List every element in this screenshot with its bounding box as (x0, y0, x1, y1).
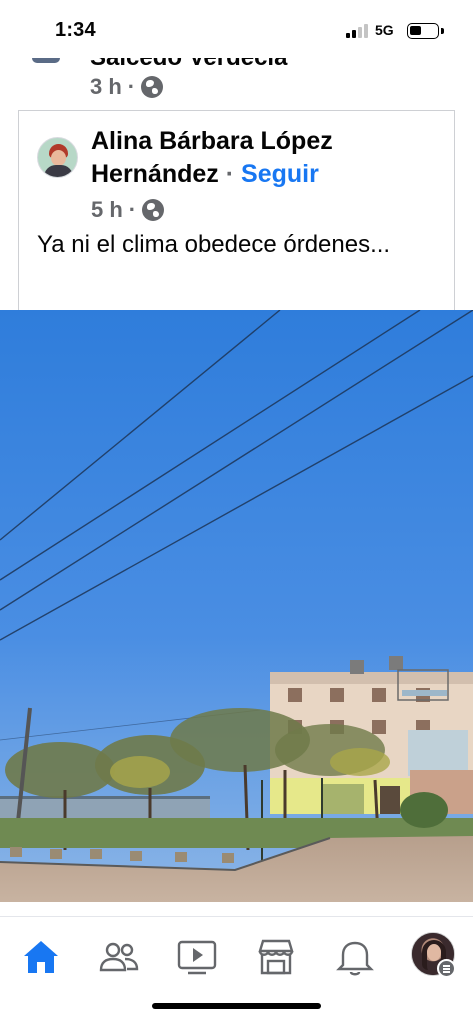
photo-illustration (0, 310, 473, 902)
previous-post-meta: 3 h · (90, 74, 164, 100)
shared-post-meta: 5 h · (91, 197, 165, 223)
video-icon (177, 940, 217, 975)
status-bar: 1:34 5G (0, 0, 473, 58)
nav-video[interactable] (175, 935, 219, 979)
network-type: 5G (375, 22, 394, 38)
friends-icon (99, 942, 139, 972)
globe-icon (141, 76, 164, 98)
battery-level (410, 26, 421, 35)
nav-home[interactable] (19, 935, 63, 979)
nav-notifications[interactable] (333, 935, 377, 979)
marketplace-icon (258, 939, 294, 975)
nav-marketplace[interactable] (254, 935, 298, 979)
post-text: Ya ni el clima obedece órdenes... (37, 231, 391, 258)
previous-author-avatar[interactable] (32, 58, 60, 63)
status-time: 1:34 (55, 19, 96, 41)
meta-separator: · (127, 74, 136, 99)
name-separator: · (225, 160, 235, 188)
globe-icon (142, 199, 165, 221)
post-time[interactable]: 5 h (91, 197, 123, 223)
bell-icon (336, 941, 374, 976)
author-avatar[interactable] (37, 137, 78, 178)
nav-friends[interactable] (97, 935, 141, 979)
battery-cap (441, 28, 444, 34)
menu-badge-icon (437, 959, 456, 978)
post-photo[interactable] (0, 310, 473, 902)
signal-strength-icon (346, 24, 370, 38)
home-indicator[interactable] (152, 1003, 321, 1009)
author-header: Alina Bárbara López Hernández · Seguir (91, 125, 446, 191)
previous-post-time[interactable]: 3 h (90, 74, 122, 100)
shared-post-card: Alina Bárbara López Hernández · Seguir 5… (18, 110, 455, 310)
meta-separator: · (128, 197, 137, 222)
follow-button[interactable]: Seguir (241, 160, 319, 188)
home-icon (24, 941, 58, 973)
battery-icon (407, 23, 439, 39)
